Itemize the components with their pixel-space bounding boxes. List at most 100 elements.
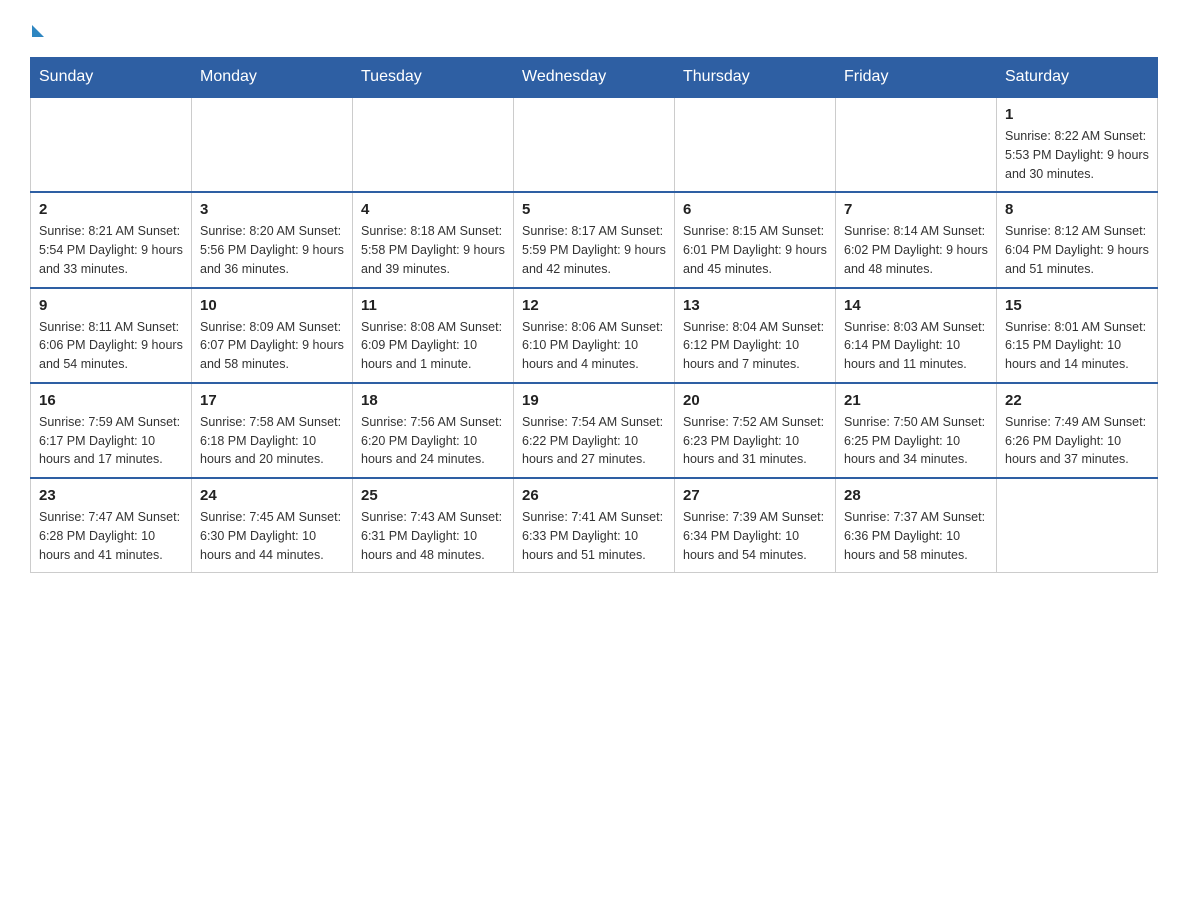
page-header: [30, 20, 1158, 37]
calendar-cell: 16 Sunrise: 7:59 AM Sunset: 6:17 PM Dayli…: [31, 383, 192, 478]
calendar-cell: 22 Sunrise: 7:49 AM Sunset: 6:26 PM Dayli…: [997, 383, 1158, 478]
logo-arrow-icon: [32, 25, 44, 37]
day-number: 21: [844, 392, 988, 409]
calendar-cell: [353, 97, 514, 192]
calendar-cell: 6 Sunrise: 8:15 AM Sunset: 6:01 PM Daylig…: [675, 192, 836, 287]
day-number: 5: [522, 201, 666, 218]
calendar-cell: 21 Sunrise: 7:50 AM Sunset: 6:25 PM Dayli…: [836, 383, 997, 478]
calendar-cell: 18 Sunrise: 7:56 AM Sunset: 6:20 PM Dayli…: [353, 383, 514, 478]
calendar-cell: 11 Sunrise: 8:08 AM Sunset: 6:09 PM Dayli…: [353, 288, 514, 383]
day-header-tuesday: Tuesday: [353, 58, 514, 98]
day-info: Sunrise: 8:03 AM Sunset: 6:14 PM Dayligh…: [844, 318, 988, 374]
calendar-cell: [192, 97, 353, 192]
calendar-cell: [31, 97, 192, 192]
day-info: Sunrise: 8:21 AM Sunset: 5:54 PM Dayligh…: [39, 222, 183, 278]
day-info: Sunrise: 7:47 AM Sunset: 6:28 PM Dayligh…: [39, 508, 183, 564]
day-header-sunday: Sunday: [31, 58, 192, 98]
day-number: 28: [844, 487, 988, 504]
day-info: Sunrise: 7:56 AM Sunset: 6:20 PM Dayligh…: [361, 413, 505, 469]
day-number: 27: [683, 487, 827, 504]
day-info: Sunrise: 7:54 AM Sunset: 6:22 PM Dayligh…: [522, 413, 666, 469]
day-number: 26: [522, 487, 666, 504]
day-info: Sunrise: 8:01 AM Sunset: 6:15 PM Dayligh…: [1005, 318, 1149, 374]
day-number: 22: [1005, 392, 1149, 409]
day-info: Sunrise: 8:08 AM Sunset: 6:09 PM Dayligh…: [361, 318, 505, 374]
day-number: 17: [200, 392, 344, 409]
calendar-cell: 9 Sunrise: 8:11 AM Sunset: 6:06 PM Daylig…: [31, 288, 192, 383]
day-number: 25: [361, 487, 505, 504]
day-info: Sunrise: 8:06 AM Sunset: 6:10 PM Dayligh…: [522, 318, 666, 374]
day-info: Sunrise: 8:22 AM Sunset: 5:53 PM Dayligh…: [1005, 127, 1149, 183]
day-number: 18: [361, 392, 505, 409]
day-number: 6: [683, 201, 827, 218]
day-number: 13: [683, 297, 827, 314]
calendar-cell: [514, 97, 675, 192]
day-number: 19: [522, 392, 666, 409]
day-info: Sunrise: 7:39 AM Sunset: 6:34 PM Dayligh…: [683, 508, 827, 564]
logo: [30, 20, 44, 37]
day-number: 12: [522, 297, 666, 314]
calendar-cell: 14 Sunrise: 8:03 AM Sunset: 6:14 PM Dayli…: [836, 288, 997, 383]
day-info: Sunrise: 8:18 AM Sunset: 5:58 PM Dayligh…: [361, 222, 505, 278]
week-row-4: 16 Sunrise: 7:59 AM Sunset: 6:17 PM Dayli…: [31, 383, 1158, 478]
day-info: Sunrise: 8:15 AM Sunset: 6:01 PM Dayligh…: [683, 222, 827, 278]
day-number: 20: [683, 392, 827, 409]
day-number: 2: [39, 201, 183, 218]
day-number: 8: [1005, 201, 1149, 218]
calendar-cell: 26 Sunrise: 7:41 AM Sunset: 6:33 PM Dayli…: [514, 478, 675, 573]
day-number: 3: [200, 201, 344, 218]
calendar-cell: 15 Sunrise: 8:01 AM Sunset: 6:15 PM Dayli…: [997, 288, 1158, 383]
day-info: Sunrise: 8:04 AM Sunset: 6:12 PM Dayligh…: [683, 318, 827, 374]
calendar-header-row: SundayMondayTuesdayWednesdayThursdayFrid…: [31, 58, 1158, 98]
calendar-cell: 27 Sunrise: 7:39 AM Sunset: 6:34 PM Dayli…: [675, 478, 836, 573]
day-number: 9: [39, 297, 183, 314]
week-row-5: 23 Sunrise: 7:47 AM Sunset: 6:28 PM Dayli…: [31, 478, 1158, 573]
day-info: Sunrise: 8:09 AM Sunset: 6:07 PM Dayligh…: [200, 318, 344, 374]
day-number: 16: [39, 392, 183, 409]
calendar-cell: 3 Sunrise: 8:20 AM Sunset: 5:56 PM Daylig…: [192, 192, 353, 287]
day-header-thursday: Thursday: [675, 58, 836, 98]
day-number: 23: [39, 487, 183, 504]
day-number: 10: [200, 297, 344, 314]
week-row-2: 2 Sunrise: 8:21 AM Sunset: 5:54 PM Daylig…: [31, 192, 1158, 287]
day-info: Sunrise: 7:58 AM Sunset: 6:18 PM Dayligh…: [200, 413, 344, 469]
day-number: 7: [844, 201, 988, 218]
calendar-cell: 5 Sunrise: 8:17 AM Sunset: 5:59 PM Daylig…: [514, 192, 675, 287]
day-info: Sunrise: 7:41 AM Sunset: 6:33 PM Dayligh…: [522, 508, 666, 564]
day-info: Sunrise: 7:45 AM Sunset: 6:30 PM Dayligh…: [200, 508, 344, 564]
day-info: Sunrise: 7:49 AM Sunset: 6:26 PM Dayligh…: [1005, 413, 1149, 469]
day-info: Sunrise: 8:14 AM Sunset: 6:02 PM Dayligh…: [844, 222, 988, 278]
calendar-table: SundayMondayTuesdayWednesdayThursdayFrid…: [30, 57, 1158, 573]
day-info: Sunrise: 8:11 AM Sunset: 6:06 PM Dayligh…: [39, 318, 183, 374]
day-info: Sunrise: 8:12 AM Sunset: 6:04 PM Dayligh…: [1005, 222, 1149, 278]
calendar-cell: [997, 478, 1158, 573]
day-number: 15: [1005, 297, 1149, 314]
calendar-cell: 25 Sunrise: 7:43 AM Sunset: 6:31 PM Dayli…: [353, 478, 514, 573]
day-info: Sunrise: 7:50 AM Sunset: 6:25 PM Dayligh…: [844, 413, 988, 469]
day-header-friday: Friday: [836, 58, 997, 98]
day-number: 1: [1005, 106, 1149, 123]
day-header-wednesday: Wednesday: [514, 58, 675, 98]
day-info: Sunrise: 8:20 AM Sunset: 5:56 PM Dayligh…: [200, 222, 344, 278]
calendar-cell: 23 Sunrise: 7:47 AM Sunset: 6:28 PM Dayli…: [31, 478, 192, 573]
calendar-cell: 12 Sunrise: 8:06 AM Sunset: 6:10 PM Dayli…: [514, 288, 675, 383]
calendar-cell: [675, 97, 836, 192]
day-number: 14: [844, 297, 988, 314]
calendar-cell: 7 Sunrise: 8:14 AM Sunset: 6:02 PM Daylig…: [836, 192, 997, 287]
calendar-cell: 8 Sunrise: 8:12 AM Sunset: 6:04 PM Daylig…: [997, 192, 1158, 287]
day-number: 4: [361, 201, 505, 218]
calendar-cell: 2 Sunrise: 8:21 AM Sunset: 5:54 PM Daylig…: [31, 192, 192, 287]
calendar-cell: [836, 97, 997, 192]
day-header-saturday: Saturday: [997, 58, 1158, 98]
day-info: Sunrise: 7:52 AM Sunset: 6:23 PM Dayligh…: [683, 413, 827, 469]
calendar-cell: 17 Sunrise: 7:58 AM Sunset: 6:18 PM Dayli…: [192, 383, 353, 478]
week-row-3: 9 Sunrise: 8:11 AM Sunset: 6:06 PM Daylig…: [31, 288, 1158, 383]
day-info: Sunrise: 7:43 AM Sunset: 6:31 PM Dayligh…: [361, 508, 505, 564]
calendar-cell: 13 Sunrise: 8:04 AM Sunset: 6:12 PM Dayli…: [675, 288, 836, 383]
day-info: Sunrise: 7:59 AM Sunset: 6:17 PM Dayligh…: [39, 413, 183, 469]
day-info: Sunrise: 8:17 AM Sunset: 5:59 PM Dayligh…: [522, 222, 666, 278]
calendar-cell: 19 Sunrise: 7:54 AM Sunset: 6:22 PM Dayli…: [514, 383, 675, 478]
calendar-cell: 24 Sunrise: 7:45 AM Sunset: 6:30 PM Dayli…: [192, 478, 353, 573]
day-number: 11: [361, 297, 505, 314]
day-number: 24: [200, 487, 344, 504]
